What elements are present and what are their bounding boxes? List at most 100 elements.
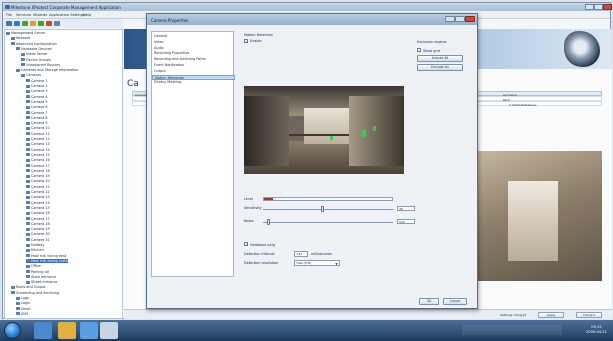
app-title-bar[interactable]: Milestone XProtect Corporate Management … <box>3 3 612 11</box>
tree-item[interactable]: Rules and Output <box>11 285 45 290</box>
properties-icon[interactable] <box>54 20 60 26</box>
tree-item[interactable]: Main hall facing east <box>26 254 66 259</box>
tree-item[interactable]: Camera 7 <box>26 111 48 116</box>
tree-item[interactable]: Camera 28 <box>26 222 50 227</box>
tree-item[interactable]: Office <box>26 264 41 269</box>
tree-item[interactable]: Unassigned Devices <box>21 63 60 68</box>
media-player-icon[interactable] <box>80 322 98 339</box>
navigation-tree[interactable]: Management Server Network Advanced Configu… <box>4 29 123 319</box>
tree-item[interactable]: Cameras and Storage Information <box>16 68 79 73</box>
tree-item[interactable]: Camera 27 <box>26 217 50 222</box>
sensitivity-slider-thumb[interactable] <box>321 206 325 212</box>
add-icon[interactable] <box>38 20 44 26</box>
minimize-icon[interactable] <box>585 4 594 10</box>
tree-item[interactable]: Login <box>16 301 30 306</box>
tree-item[interactable]: Camera 4 <box>26 95 48 100</box>
tree-item[interactable]: Camera 13 <box>26 142 50 147</box>
tree-item[interactable]: Camera 1 <box>26 79 48 84</box>
taskbar-clock[interactable]: 09:15 2009-04-21 <box>586 325 607 334</box>
delete-icon[interactable] <box>46 20 52 26</box>
ok-button[interactable]: OK <box>419 298 439 305</box>
tree-item[interactable]: Camera 17 <box>26 164 50 169</box>
tree-item[interactable]: Camera 16 <box>26 158 50 163</box>
menu-file[interactable]: File <box>6 13 12 17</box>
ie-icon[interactable] <box>34 322 52 339</box>
tree-item[interactable]: Scheduling and Archiving <box>11 291 59 296</box>
tree-item[interactable]: Hardware Devices <box>16 47 52 52</box>
menu-wizards[interactable]: Wizards <box>33 13 47 17</box>
tree-item[interactable]: Email <box>16 307 30 312</box>
tree-item[interactable]: Device Groups <box>21 58 51 63</box>
menu-services[interactable]: Services <box>16 13 31 17</box>
explorer-icon[interactable] <box>58 322 76 339</box>
interval-input[interactable]: 240 <box>294 251 308 257</box>
tree-item[interactable]: Camera 29 <box>26 227 50 232</box>
tree-item[interactable]: Camera 10 <box>26 126 50 131</box>
menu-application-settings[interactable]: Application Settings <box>49 13 85 17</box>
close-icon[interactable] <box>603 4 612 10</box>
exclude-all-button[interactable]: Exclude All <box>417 64 463 71</box>
nav-item[interactable]: Output <box>152 69 235 75</box>
nav-item[interactable]: Event Notification <box>152 63 235 69</box>
tree-item[interactable]: Camera 22 <box>26 190 50 195</box>
maximize-icon[interactable] <box>594 4 603 10</box>
tree-item[interactable]: Camera 21 <box>26 185 50 190</box>
tree-item[interactable]: Logs <box>16 296 29 301</box>
dialog-title-bar[interactable]: Camera Properties <box>147 14 477 25</box>
tree-item[interactable]: Camera 3 <box>26 89 48 94</box>
tree-item[interactable]: Cameras <box>21 73 41 78</box>
xprotect-taskbar-icon[interactable] <box>100 322 118 339</box>
tree-item[interactable]: Camera 8 <box>26 116 48 121</box>
tree-item[interactable]: Camera 25 <box>26 206 50 211</box>
tree-item[interactable]: Camera 6 <box>26 105 48 110</box>
apply-button[interactable]: Apply <box>538 312 564 318</box>
start-button[interactable] <box>4 322 21 339</box>
sensitivity-slider-track[interactable] <box>263 208 393 210</box>
discard-button[interactable]: Discard <box>576 312 602 318</box>
tree-item[interactable]: Camera 11 <box>26 132 50 137</box>
dialog-minimize-icon[interactable] <box>445 16 455 22</box>
tree-item[interactable]: Camera 30 <box>26 232 50 237</box>
resolution-select[interactable]: Fast (8*8) ▼ <box>294 260 340 266</box>
tree-item[interactable]: Video Server <box>21 52 48 57</box>
tree-item[interactable]: Store entrance <box>26 275 56 280</box>
tree-item[interactable]: Camera 15 <box>26 153 50 158</box>
tree-item[interactable]: Network <box>11 36 30 41</box>
tree-item[interactable]: Street entrance <box>26 280 58 285</box>
tree-item[interactable]: Camera 20 <box>26 179 50 184</box>
cancel-button[interactable]: Cancel <box>443 298 467 305</box>
show-grid-checkbox[interactable] <box>417 48 421 52</box>
hardware-checkbox[interactable] <box>244 242 249 247</box>
tree-item[interactable]: Camera 23 <box>26 195 50 200</box>
nav-item[interactable]: Recording Properties <box>152 51 235 57</box>
folder-icon[interactable] <box>30 20 36 26</box>
tree-item[interactable]: Camera 5 <box>26 100 48 105</box>
enable-checkbox[interactable] <box>244 38 249 44</box>
tree-item[interactable]: SMS <box>16 312 28 317</box>
tree-item[interactable]: Camera 18 <box>26 169 50 174</box>
back-icon[interactable] <box>6 20 12 26</box>
tree-item[interactable]: Main hall facing north <box>26 258 68 264</box>
tree-item[interactable]: Camera 31 <box>26 238 50 243</box>
menu-help[interactable]: Help <box>83 13 91 17</box>
nav-item[interactable]: Recording and Archiving Paths <box>152 57 235 63</box>
nav-item[interactable]: General <box>152 34 235 40</box>
include-all-button[interactable]: Include All <box>417 55 463 62</box>
tree-item[interactable]: Hallway <box>26 243 44 248</box>
tree-item[interactable]: Camera 9 <box>26 121 48 126</box>
tree-item[interactable]: Camera 24 <box>26 201 50 206</box>
tree-item[interactable]: Camera 19 <box>26 174 50 179</box>
noise-slider-thumb[interactable] <box>266 219 270 225</box>
tree-item[interactable]: Camera 14 <box>26 148 50 153</box>
tree-item[interactable]: Advanced Configuration <box>11 42 57 47</box>
tree-item[interactable]: Camera 2 <box>26 84 48 89</box>
nav-item[interactable]: Video <box>152 40 235 46</box>
nav-item[interactable]: Motion Detection <box>152 74 235 81</box>
camera-preview-video[interactable] <box>244 86 404 174</box>
tree-item[interactable]: Management Server <box>6 31 46 36</box>
refresh-icon[interactable] <box>22 20 28 26</box>
tree-item[interactable]: Parking lot <box>26 270 49 275</box>
dialog-maximize-icon[interactable] <box>455 16 465 22</box>
tree-item[interactable]: Camera 12 <box>26 137 50 142</box>
noise-slider-track[interactable] <box>263 221 393 223</box>
